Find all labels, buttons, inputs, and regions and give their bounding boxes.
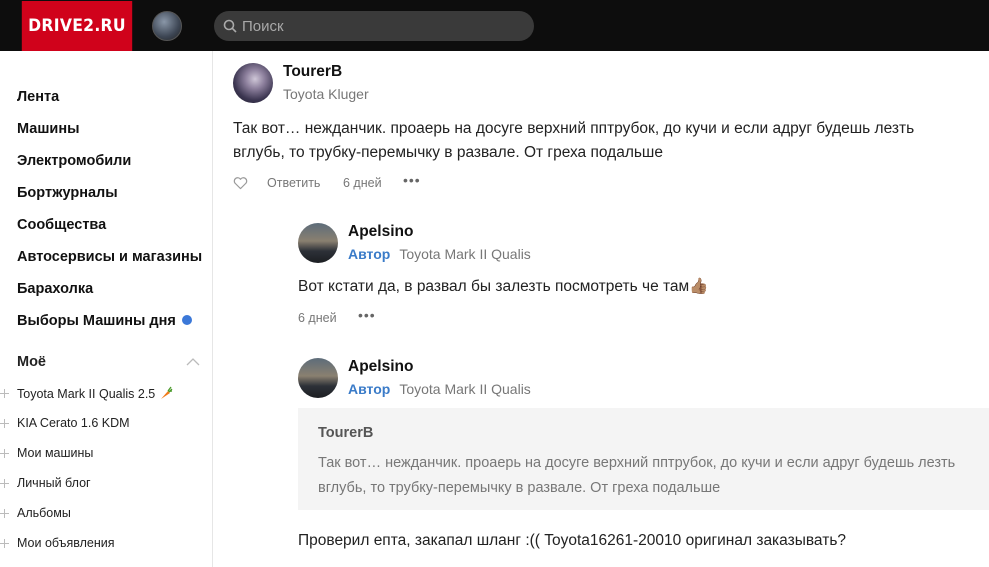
heart-icon[interactable]	[233, 176, 248, 190]
sidebar-item-services[interactable]: Автосервисы и магазины	[17, 249, 202, 265]
comment-username[interactable]: Apelsino	[348, 223, 413, 241]
comment-car[interactable]: Toyota Kluger	[283, 86, 369, 102]
search-box[interactable]	[214, 11, 534, 41]
my-section-title[interactable]: Моё	[17, 354, 46, 370]
sidebar: Лента Машины Электромобили Бортжурналы С…	[0, 51, 213, 567]
sidebar-item-electric[interactable]: Электромобили	[17, 153, 131, 169]
sidebar-item-label: Выборы Машины дня	[17, 313, 176, 329]
comment-car[interactable]: Toyota Mark II Qualis	[399, 381, 531, 397]
my-item-albums[interactable]: Альбомы	[0, 506, 71, 520]
my-item-label: Toyota Mark II Qualis 2.5	[17, 387, 156, 401]
chevron-up-icon[interactable]	[186, 358, 200, 366]
comment-avatar[interactable]	[298, 223, 338, 263]
my-item-blog[interactable]: Личный блог	[0, 476, 91, 490]
more-icon[interactable]: •••	[403, 172, 421, 188]
user-avatar[interactable]	[152, 11, 182, 41]
comment-time[interactable]: 6 дней	[298, 311, 337, 325]
my-item-car-2[interactable]: KIA Cerato 1.6 KDM	[0, 416, 130, 430]
comment-text: Проверил епта, закапал шланг :(( Toyota1…	[298, 532, 847, 549]
comment-time[interactable]: 6 дней	[343, 176, 382, 190]
comment-username[interactable]: TourerB	[283, 63, 342, 81]
comment-text-line: вглубь, то трубку-перемычку в развале. О…	[233, 144, 663, 161]
comment-car[interactable]: Toyota Mark II Qualis	[399, 246, 531, 262]
comment-text-line: Так вот… нежданчик. проаерь на досуге ве…	[233, 120, 915, 137]
comment-car-line: Автор Toyota Mark II Qualis	[348, 381, 531, 397]
comment-text: Вот кстати да, в развал бы залезть посмо…	[298, 275, 709, 299]
comment-text-content: Вот кстати да, в развал бы залезть посмо…	[298, 278, 690, 295]
comment-avatar[interactable]	[233, 63, 273, 103]
my-item-car-1[interactable]: Toyota Mark II Qualis 2.5	[0, 386, 173, 401]
sidebar-item-feed[interactable]: Лента	[17, 89, 59, 105]
sidebar-item-logbooks[interactable]: Бортжурналы	[17, 185, 118, 201]
reply-button[interactable]: Ответить	[267, 176, 320, 190]
sidebar-item-cars[interactable]: Машины	[17, 121, 79, 137]
sidebar-item-car-of-day[interactable]: Выборы Машины дня	[17, 313, 192, 329]
notification-dot	[181, 315, 192, 325]
author-badge: Автор	[348, 246, 391, 262]
comment-text: Так вот… нежданчик. проаерь на досуге ве…	[233, 117, 989, 165]
more-icon[interactable]: •••	[358, 307, 376, 323]
thumbs-up-emoji: 👍🏽	[689, 278, 709, 295]
site-logo[interactable]: DRIVE2.RU	[21, 1, 133, 51]
top-bar: DRIVE2.RU	[0, 0, 989, 51]
comment-avatar[interactable]	[298, 358, 338, 398]
comment-username[interactable]: Apelsino	[348, 358, 413, 376]
comment-car-line: Автор Toyota Mark II Qualis	[348, 246, 531, 262]
search-input[interactable]	[242, 11, 522, 41]
author-badge: Автор	[348, 381, 391, 397]
sidebar-item-market[interactable]: Барахолка	[17, 281, 93, 297]
quote-username: TourerB	[318, 425, 374, 441]
carrot-icon	[161, 386, 173, 399]
my-item-ads[interactable]: Мои объявления	[0, 536, 115, 550]
quoted-comment[interactable]: TourerB Так вот… нежданчик. проаерь на д…	[298, 408, 989, 510]
quote-text: Так вот… нежданчик. проаерь на досуге ве…	[318, 451, 983, 501]
quote-text-line: Так вот… нежданчик. проаерь на досуге ве…	[318, 455, 956, 471]
my-item-my-cars[interactable]: Мои машины	[0, 446, 93, 460]
search-icon	[223, 19, 237, 33]
sidebar-item-communities[interactable]: Сообщества	[17, 217, 106, 233]
quote-text-line: вглубь, то трубку-перемычку в развале. О…	[318, 480, 721, 496]
